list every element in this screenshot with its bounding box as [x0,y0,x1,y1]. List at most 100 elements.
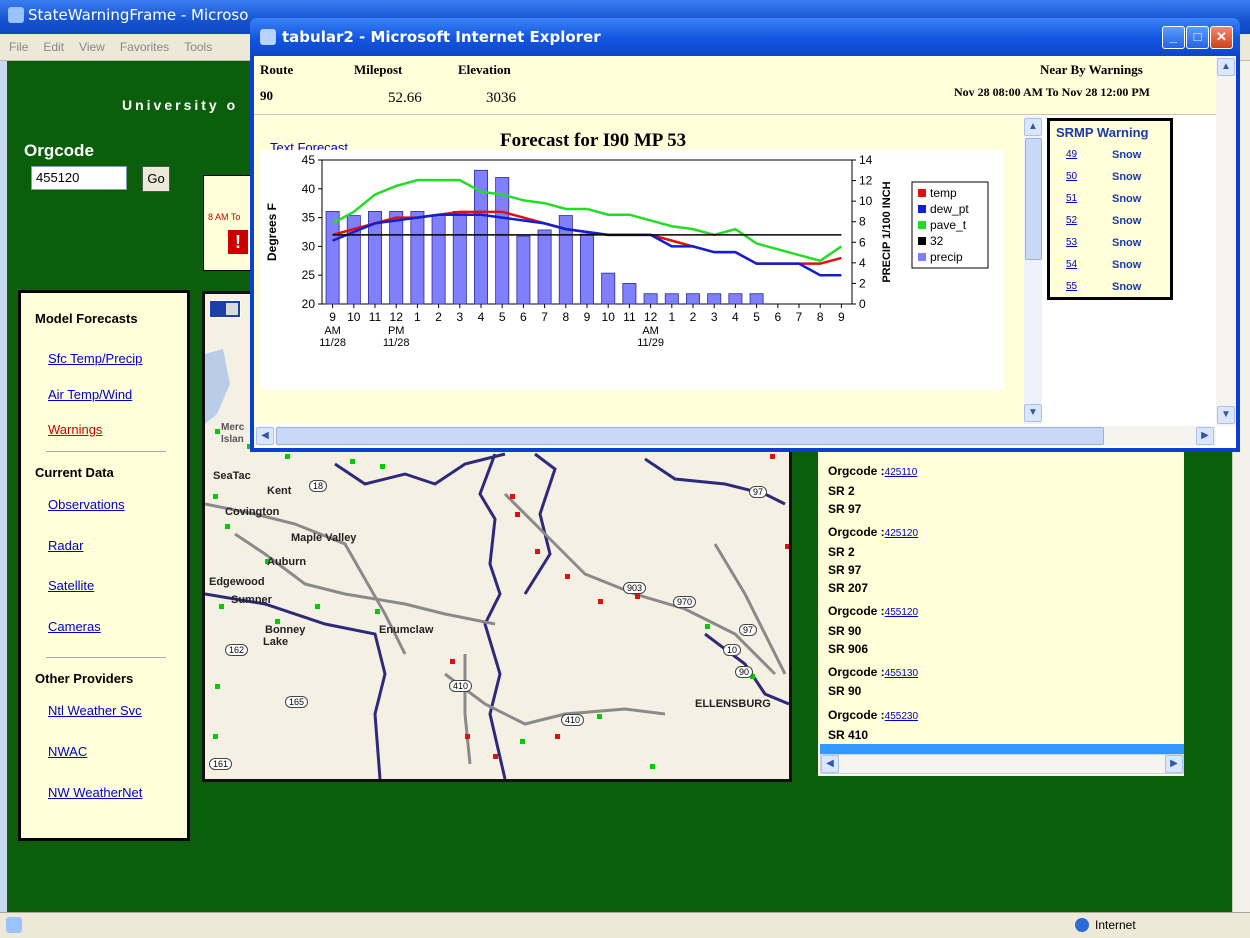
warnings-label: Near By Warnings [1040,62,1143,77]
orgcode-link[interactable]: 425110 [885,467,918,478]
srmp-link[interactable]: 53 [1066,237,1077,248]
precip-bar [749,293,764,305]
precip-bar [516,235,531,305]
x-tick-label: 7 [541,310,548,324]
map-label: Enumclaw [379,624,434,636]
legend-label: dew_pt [930,202,969,216]
scroll-right-icon[interactable]: ▶ [1196,427,1214,445]
y2-axis-label: PRECIP 1/100 INCH [881,181,893,282]
alert-fragment: 8 AM To [208,212,241,222]
route-shield: 97 [749,486,768,498]
srmp-link[interactable]: 50 [1066,171,1077,182]
x-tick-label: 12 [644,310,658,324]
route-shield: 90 [735,666,754,678]
srmp-link[interactable]: 49 [1066,149,1077,160]
orgcode-link[interactable]: 455230 [885,711,918,722]
scroll-thumb[interactable] [1025,138,1042,260]
srmp-link[interactable]: 54 [1066,259,1077,270]
warning-icon[interactable]: ! [228,230,248,254]
x-sub-label: 11/28 [383,337,410,349]
route-item: SR 90 [828,624,862,638]
scroll-left-icon[interactable]: ◀ [821,755,839,773]
scroll-down-icon[interactable]: ▼ [1217,406,1235,424]
milepost-label: Milepost [354,62,403,77]
popup-vscroll[interactable]: ▲ ▼ [1216,56,1236,426]
x-tick-label: 5 [499,310,506,324]
x-sub-label: AM [642,325,659,337]
forecast-chart: 20 25 30 35 40 45 0 2 4 6 8 10 12 14 Degrees F PRECIP 1… [260,150,1004,390]
orgcode-link[interactable]: 455130 [885,668,918,679]
warnings-range: Nov 28 08:00 AM To Nov 28 12:00 PM [954,85,1150,99]
sidebar-item-ntl-weather-svc[interactable]: Ntl Weather Svc [48,703,142,718]
menu-tools[interactable]: Tools [184,40,212,54]
route-item: SR 410 [828,728,869,742]
srmp-link[interactable]: 52 [1066,215,1077,226]
scroll-left-icon[interactable]: ◀ [256,427,274,445]
x-sub-label: AM [324,325,341,337]
scroll-up-icon[interactable]: ▲ [1024,118,1042,136]
map-label: SeaTac [213,470,251,482]
y2-tick-label: 4 [859,256,866,270]
route-shield: 10 [723,644,742,656]
x-sub-label: 11/28 [319,337,346,349]
menu-view[interactable]: View [79,40,105,54]
maximize-icon[interactable]: □ [1186,26,1209,49]
scroll-up-icon[interactable]: ▲ [1217,58,1235,76]
srmp-warning-value: Snow [1112,193,1142,205]
sidebar-item-air-temp-wind[interactable]: Air Temp/Wind [48,387,132,402]
srmp-link[interactable]: 55 [1066,281,1077,292]
sidebar-item-sfc-temp-precip[interactable]: Sfc Temp/Precip [48,351,142,366]
x-tick-label: 7 [796,310,803,324]
save-icon[interactable] [226,303,238,315]
legend-label: pave_t [930,218,967,232]
divider [46,657,166,658]
orglist-hscroll[interactable]: ◀ ▶ [820,754,1184,774]
srmp-warning-value: Snow [1112,281,1142,293]
section-model-forecasts: Model Forecasts [35,311,138,326]
scroll-right-icon[interactable]: ▶ [1165,755,1183,773]
map-label: Sumner [231,594,272,606]
close-icon[interactable]: ✕ [1210,26,1233,49]
precip-bar [622,283,637,305]
orgcode-link[interactable]: 425120 [885,528,918,539]
sidebar-item-nwac[interactable]: NWAC [48,744,87,759]
go-button[interactable]: Go [142,166,170,192]
orgcode-input[interactable]: 455120 [31,166,127,190]
x-tick-label: 8 [817,310,824,324]
srmp-link[interactable]: 51 [1066,193,1077,204]
x-tick-label: 1 [414,310,421,324]
minimize-icon[interactable]: _ [1162,26,1185,49]
elevation-label: Elevation [458,62,511,77]
menu-edit[interactable]: Edit [43,40,64,54]
sidebar-item-radar[interactable]: Radar [48,538,83,553]
sidebar: Model Forecasts Sfc Temp/Precip Air Temp… [18,290,190,841]
route-shield: 162 [225,644,249,656]
elevation-value: 3036 [486,90,516,106]
scroll-down-icon[interactable]: ▼ [1024,404,1042,422]
ie-icon [8,7,24,23]
popup-hscroll[interactable]: ◀ ▶ [254,426,1216,446]
sidebar-item-warnings[interactable]: Warnings [48,422,102,437]
precip-bar [537,229,552,305]
scroll-thumb[interactable] [276,427,1104,445]
frame-vscroll[interactable]: ▲ ▼ [1024,116,1042,424]
sidebar-item-cameras[interactable]: Cameras [48,619,101,634]
orgcode-link[interactable]: 455120 [885,607,918,618]
popup-title: tabular2 - Microsoft Internet Explorer [282,28,601,46]
y-tick-label: 40 [302,182,316,196]
section-other-providers: Other Providers [35,671,134,686]
sidebar-item-observations[interactable]: Observations [48,497,125,512]
y-tick-label: 45 [302,153,316,167]
route-item: SR 90 [828,684,862,698]
menu-file[interactable]: File [9,40,28,54]
y-tick-label: 20 [302,297,316,311]
popup-titlebar[interactable]: tabular2 - Microsoft Internet Explorer _… [250,18,1240,56]
sidebar-item-nw-weathernet[interactable]: NW WeatherNet [48,785,142,800]
menu-favorites[interactable]: Favorites [120,40,169,54]
orgcode-entry: Orgcode :455230 [828,708,918,722]
x-tick-label: 6 [774,310,781,324]
sidebar-item-satellite[interactable]: Satellite [48,578,94,593]
map-toolbar[interactable] [209,300,241,318]
status-zone: Internet [1095,918,1136,932]
precip-bar [431,215,446,305]
